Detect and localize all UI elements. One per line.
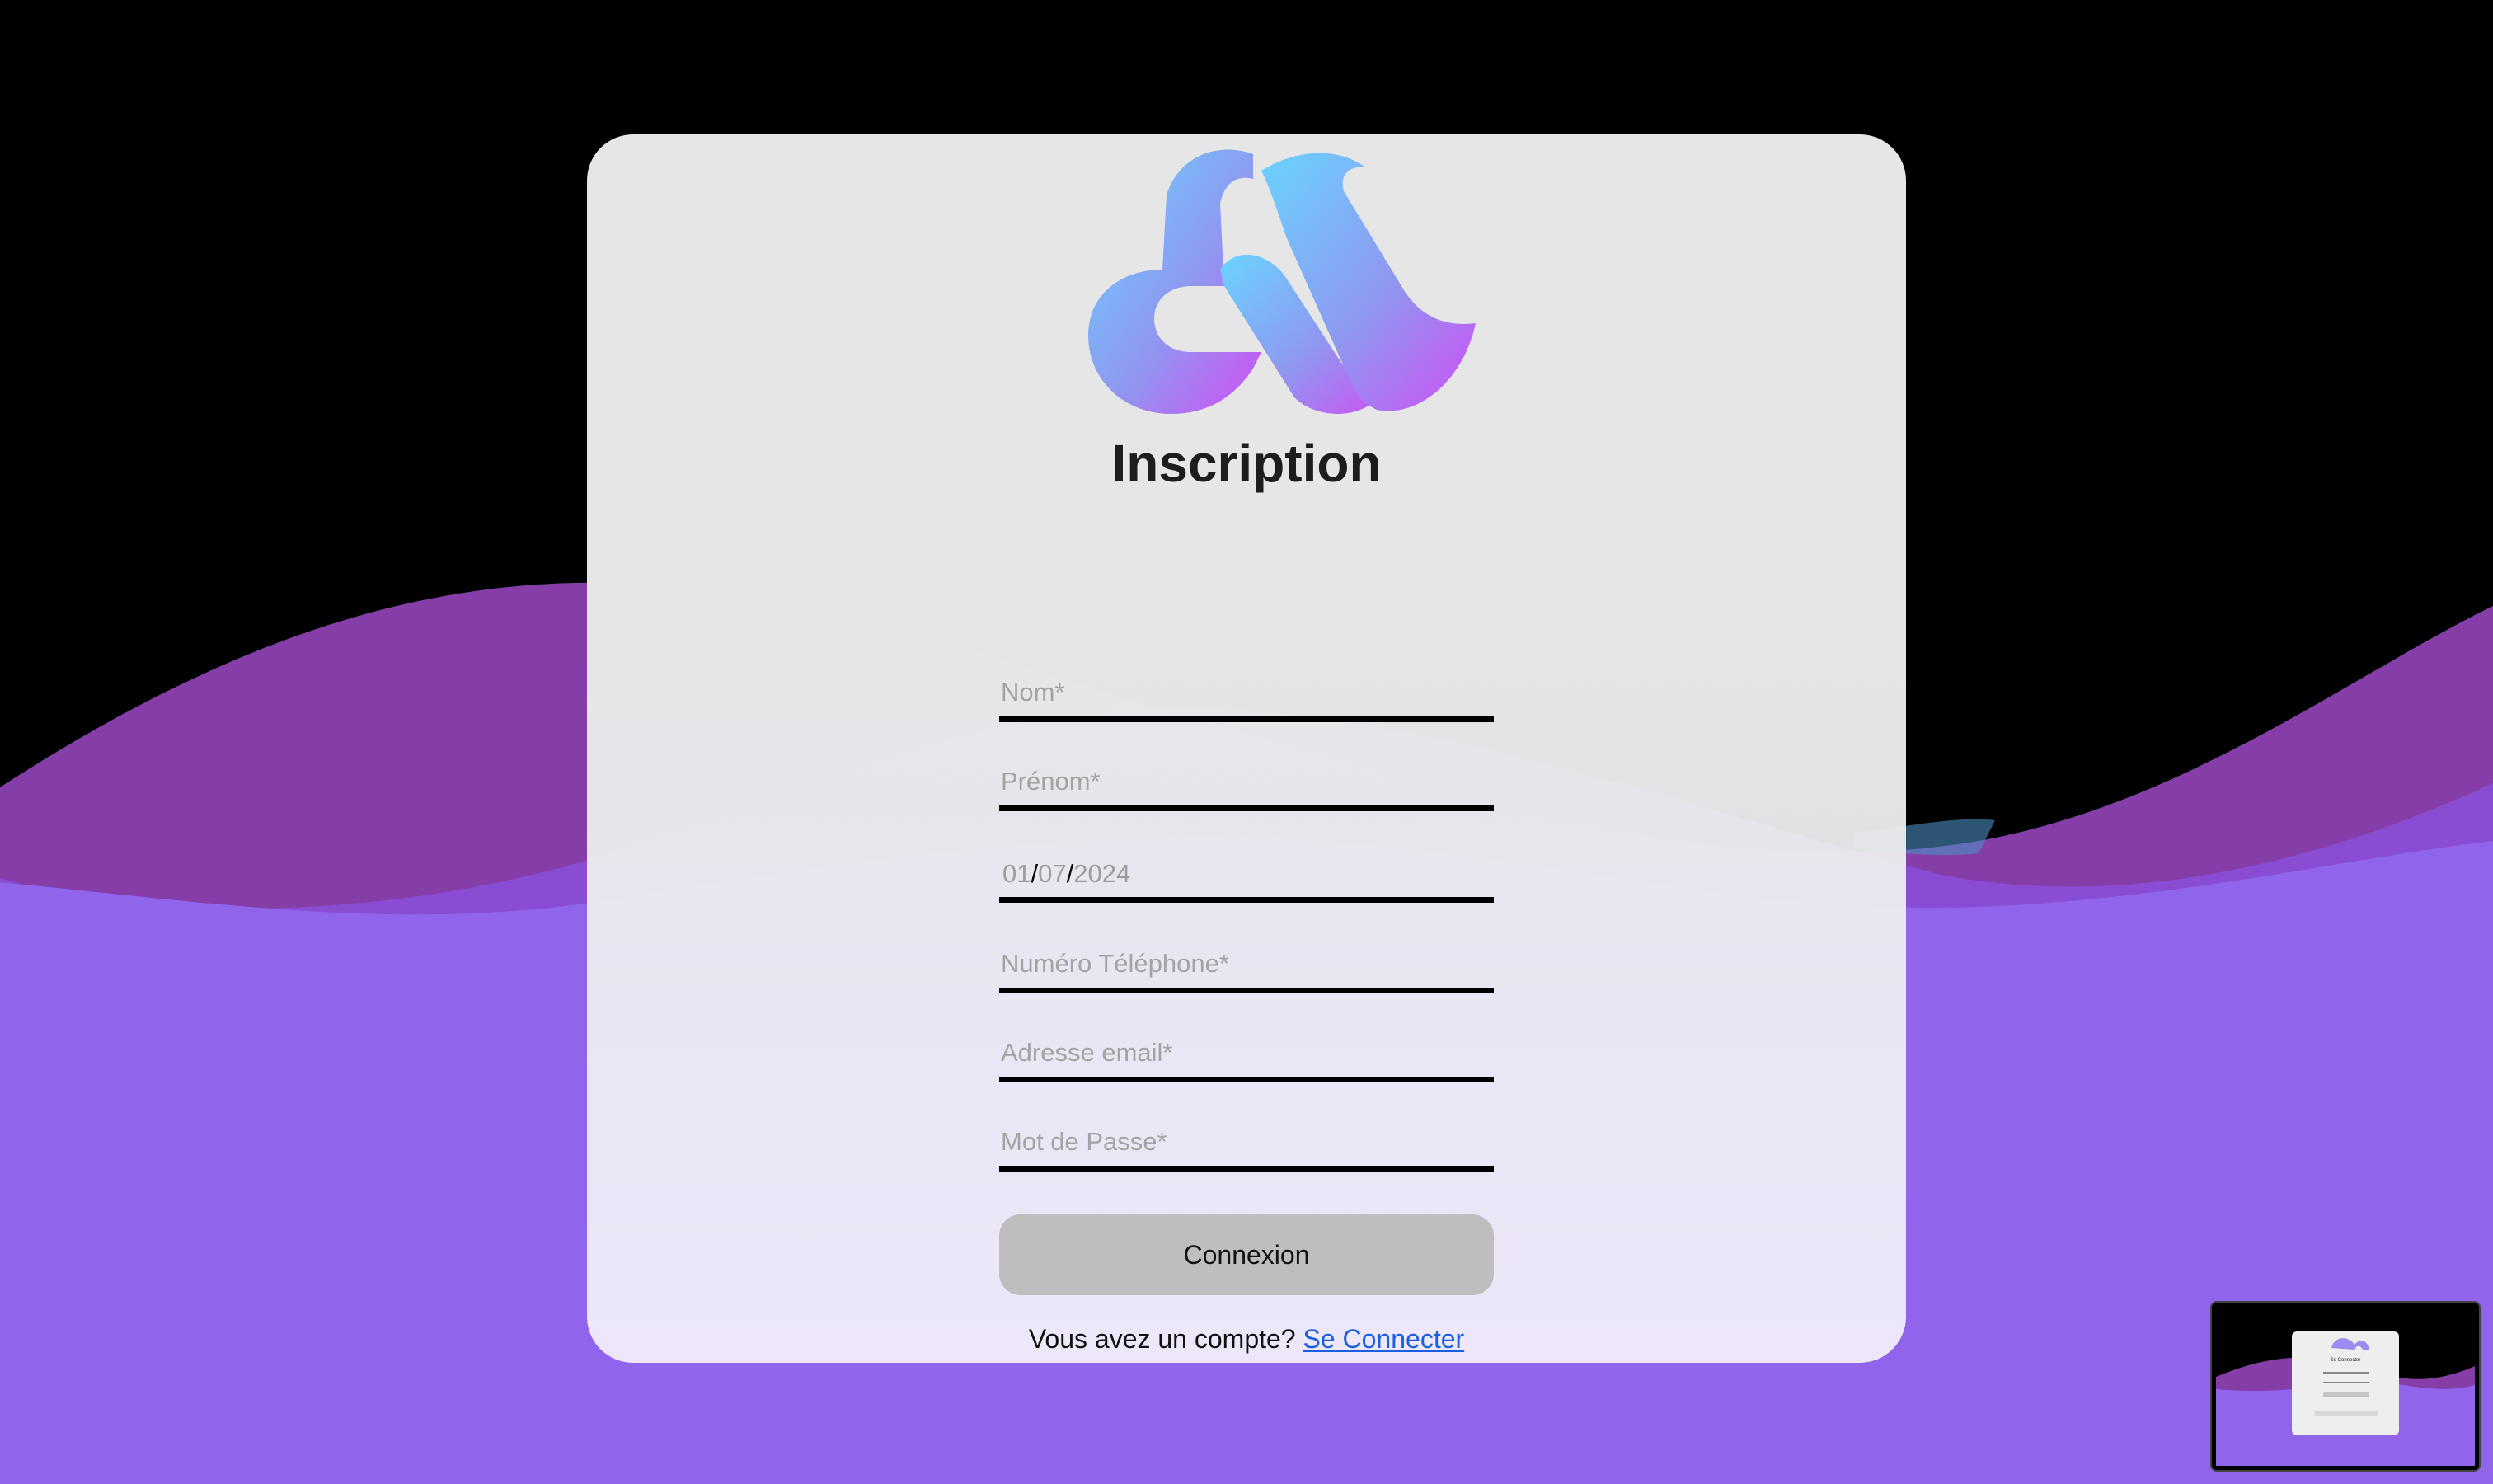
signup-card: Inscription 01/07/2024: [587, 134, 1906, 1363]
date-month[interactable]: 07: [1038, 859, 1066, 888]
date-day[interactable]: 01: [1002, 859, 1031, 888]
login-prompt-text: Vous avez un compte?: [1028, 1324, 1296, 1354]
date-separator: /: [1031, 859, 1039, 888]
birthdate-value[interactable]: 01/07/2024: [1002, 859, 1130, 889]
date-year[interactable]: 2024: [1073, 859, 1130, 888]
preview-thumbnail-label: Se Connecter: [2331, 1358, 2361, 1363]
password-input[interactable]: [1001, 1123, 1487, 1161]
preview-thumbnail[interactable]: Se Connecter: [2212, 1303, 2479, 1470]
birthdate-field[interactable]: 01/07/2024: [999, 848, 1494, 903]
nom-field: [999, 667, 1494, 722]
preview-thumbnail-image: Se Connecter: [2216, 1307, 2475, 1466]
page-title: Inscription: [1111, 434, 1382, 493]
brand-logo-icon: [1088, 149, 1476, 414]
date-separator: /: [1066, 859, 1074, 888]
email-field: [999, 1027, 1494, 1082]
connexion-button[interactable]: Connexion: [999, 1214, 1494, 1295]
telephone-field: [999, 938, 1494, 993]
telephone-input[interactable]: [1001, 945, 1487, 983]
login-prompt: Vous avez un compte? Se Connecter: [587, 1324, 1906, 1355]
nom-input[interactable]: [1001, 674, 1487, 711]
prenom-input[interactable]: [1001, 763, 1487, 801]
email-input[interactable]: [1001, 1034, 1487, 1072]
password-field: [999, 1116, 1494, 1172]
prenom-field: [999, 756, 1494, 811]
se-connecter-link[interactable]: Se Connecter: [1303, 1324, 1464, 1354]
